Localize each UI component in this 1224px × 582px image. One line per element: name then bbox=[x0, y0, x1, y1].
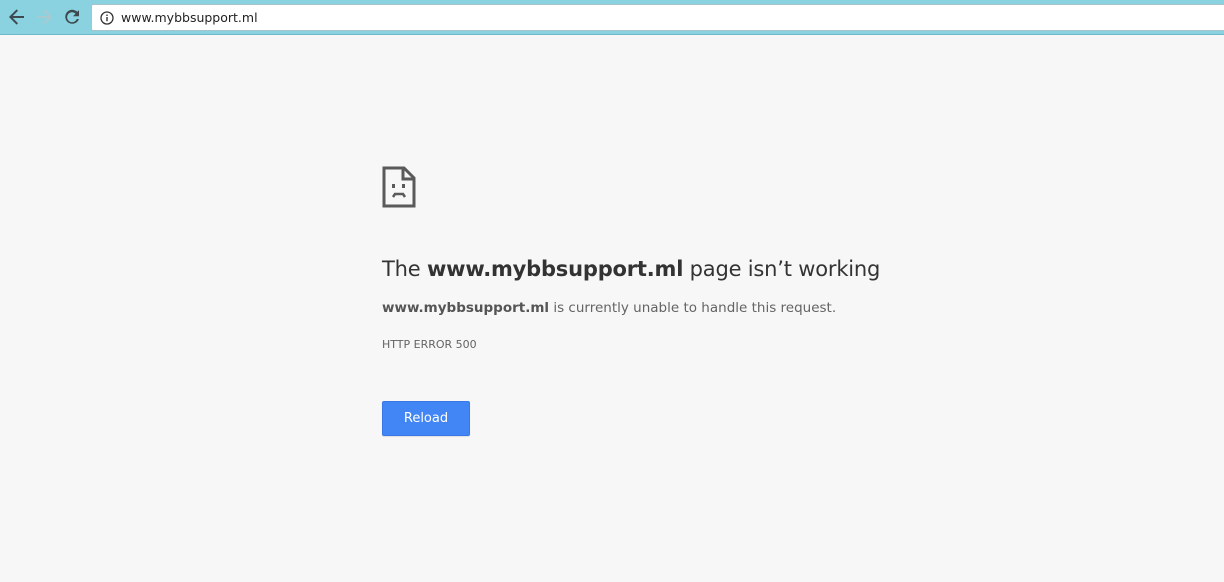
browser-toolbar: www.mybbsupport.ml bbox=[0, 0, 1224, 35]
info-icon[interactable] bbox=[100, 10, 114, 25]
error-headline: The www.mybbsupport.ml page isn’t workin… bbox=[382, 255, 942, 283]
headline-suffix: page isn’t working bbox=[683, 257, 881, 281]
forward-button[interactable] bbox=[31, 4, 57, 30]
arrow-left-icon bbox=[9, 9, 24, 25]
url-text[interactable]: www.mybbsupport.ml bbox=[121, 10, 258, 25]
arrow-right-icon bbox=[37, 9, 52, 25]
headline-prefix: The bbox=[382, 257, 427, 281]
reload-button[interactable]: Reload bbox=[382, 401, 470, 436]
error-code: HTTP ERROR 500 bbox=[382, 338, 477, 351]
error-content: The www.mybbsupport.ml page isn’t workin… bbox=[382, 166, 942, 436]
error-description: www.mybbsupport.ml is currently unable t… bbox=[382, 299, 942, 317]
description-host: www.mybbsupport.ml bbox=[382, 300, 550, 316]
sad-document-icon bbox=[382, 166, 416, 208]
reload-browser-button[interactable] bbox=[59, 4, 85, 30]
address-bar[interactable]: www.mybbsupport.ml bbox=[91, 4, 1224, 31]
headline-host: www.mybbsupport.ml bbox=[426, 257, 684, 281]
reload-icon bbox=[65, 9, 79, 24]
description-text: is currently unable to handle this reque… bbox=[549, 300, 837, 316]
back-button[interactable] bbox=[4, 4, 30, 30]
